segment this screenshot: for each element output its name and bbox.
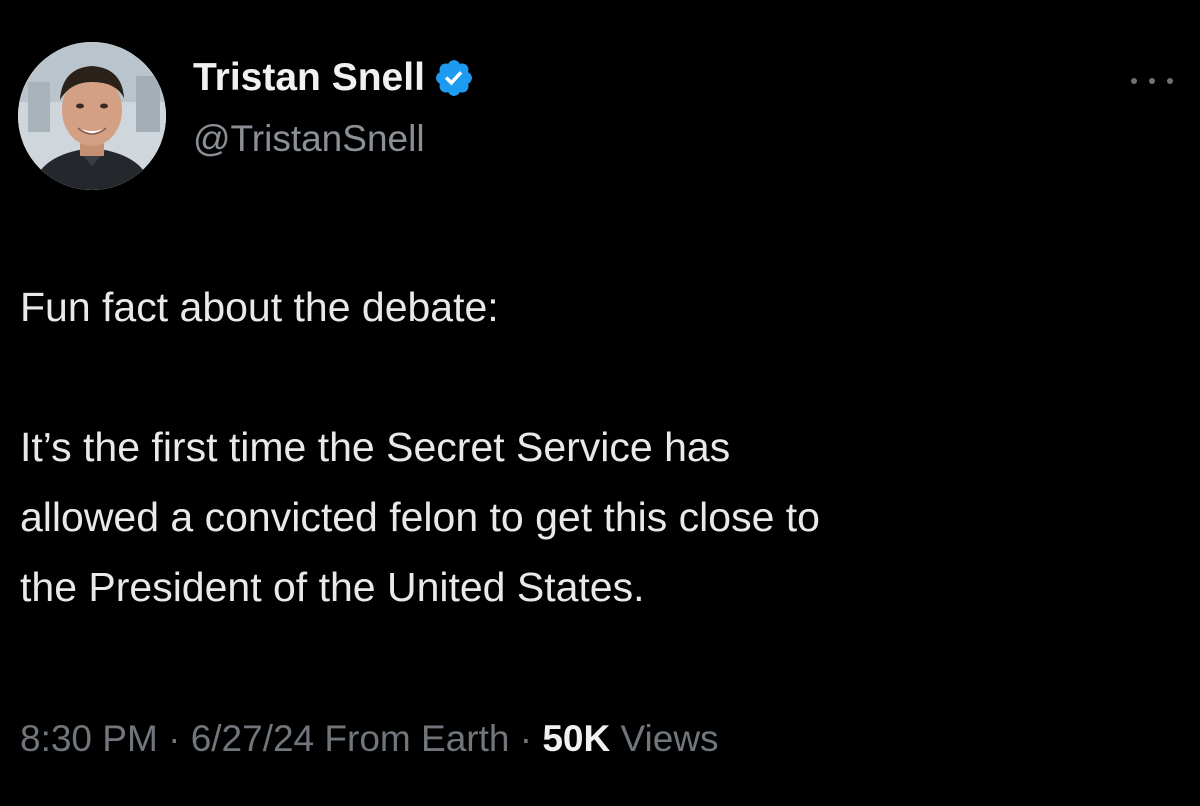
views-count[interactable]: 50K — [542, 718, 610, 759]
tweet-line: It’s the first time the Secret Service h… — [20, 424, 731, 470]
author-handle[interactable]: @TristanSnell — [193, 118, 425, 160]
display-name[interactable]: Tristan Snell — [193, 56, 425, 100]
tweet-line: allowed a convicted felon to get this cl… — [20, 494, 820, 540]
tweet-line: Fun fact about the debate: — [20, 284, 499, 330]
dot — [1131, 78, 1137, 84]
avatar-photo — [18, 42, 166, 190]
verified-badge-icon — [433, 57, 475, 99]
views-label: Views — [620, 718, 719, 759]
tweet-metadata: 8:30 PM · 6/27/24 From Earth · 50K Views — [20, 718, 719, 760]
tweet-text: Fun fact about the debate: It’s the firs… — [20, 272, 1180, 622]
author-name-row[interactable]: Tristan Snell — [193, 53, 475, 103]
more-options-icon[interactable] — [1131, 66, 1173, 96]
dot — [1149, 78, 1155, 84]
separator: · — [168, 718, 181, 759]
separator: · — [519, 718, 533, 759]
tweet-time[interactable]: 8:30 PM — [20, 718, 158, 759]
dot — [1167, 78, 1173, 84]
tweet-source: From Earth — [324, 718, 510, 759]
tweet-date[interactable]: 6/27/24 — [191, 718, 314, 759]
avatar[interactable] — [18, 42, 166, 190]
tweet-card: Tristan Snell @TristanSnell Fun fact abo… — [0, 0, 1200, 806]
tweet-line: the President of the United States. — [20, 564, 645, 610]
